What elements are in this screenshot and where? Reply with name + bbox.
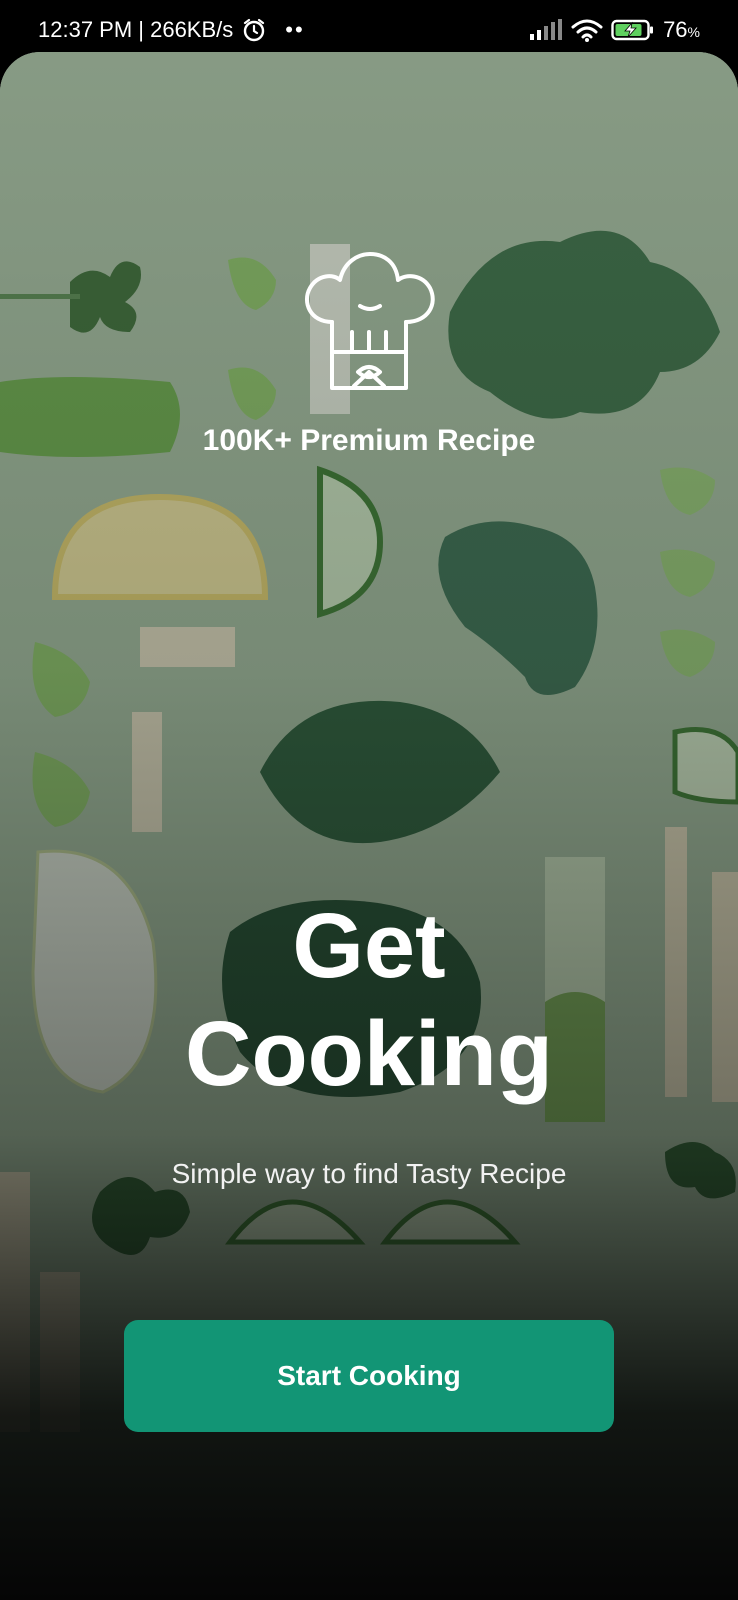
headline-line-2: Cooking [185,1003,553,1105]
tagline: 100K+ Premium Recipe [202,424,536,457]
headline-line-1: Get [292,895,446,997]
status-right: 76% [529,17,700,43]
start-cooking-button[interactable]: Start Cooking [124,1320,614,1432]
time-and-speed: 12:37 PM | 266KB/s [38,17,234,42]
subtitle: Simple way to find Tasty Recipe [171,1158,567,1189]
alarm-icon [241,17,267,43]
chef-hat-icon [304,252,435,390]
headline: Get Cooking [0,892,738,1108]
wifi-icon [571,18,603,42]
battery-charging-icon [611,18,655,42]
battery-percent: 76% [663,17,700,42]
signal-icon [529,19,563,41]
more-notifications-icon: •• [285,17,305,42]
status-bar: 12:37 PM | 266KB/s •• 76% [0,0,738,60]
status-left: 12:37 PM | 266KB/s •• [38,17,305,43]
splash-screen: 100K+ Premium Recipe Get Cooking Simple … [0,52,738,1600]
